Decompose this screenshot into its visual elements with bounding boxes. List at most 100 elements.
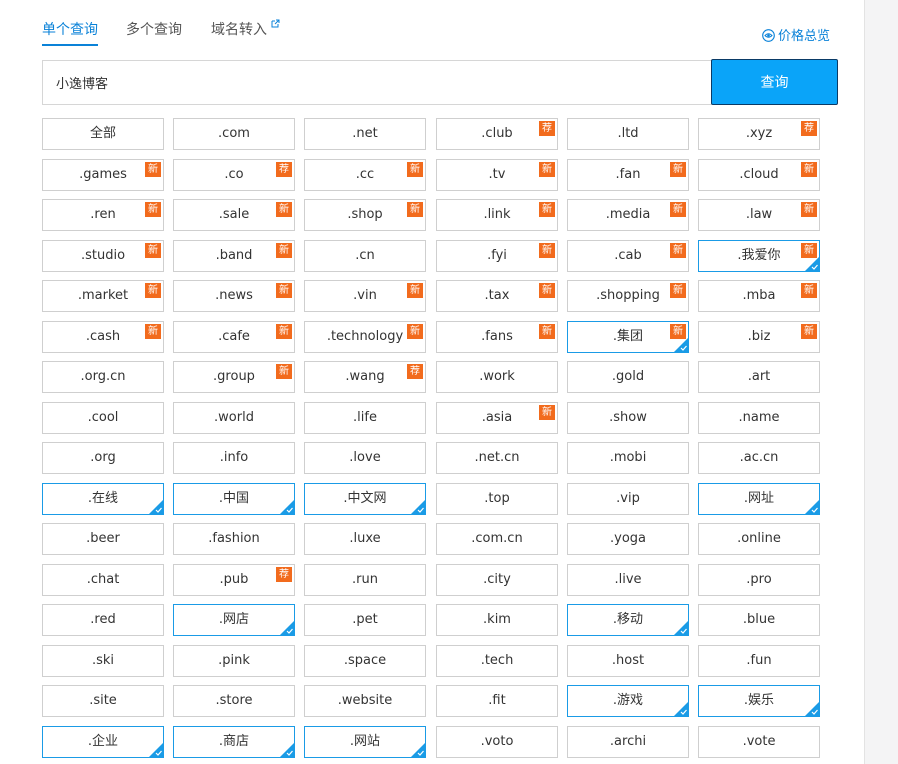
suffix-option[interactable]: .market 新: [42, 280, 164, 312]
suffix-option[interactable]: .name: [698, 402, 820, 434]
suffix-option[interactable]: .world: [173, 402, 295, 434]
suffix-option[interactable]: .net: [304, 118, 426, 150]
suffix-option[interactable]: .club 荐: [436, 118, 558, 150]
suffix-option[interactable]: .love: [304, 442, 426, 474]
suffix-option[interactable]: .fan 新: [567, 159, 689, 191]
suffix-option[interactable]: .cc 新: [304, 159, 426, 191]
suffix-option[interactable]: .website: [304, 685, 426, 717]
suffix-option[interactable]: .vote: [698, 726, 820, 758]
suffix-option[interactable]: .run: [304, 564, 426, 596]
suffix-option[interactable]: .ski: [42, 645, 164, 677]
suffix-option[interactable]: .企业: [42, 726, 164, 758]
suffix-option[interactable]: .tax 新: [436, 280, 558, 312]
suffix-option[interactable]: .cool: [42, 402, 164, 434]
suffix-option[interactable]: .news 新: [173, 280, 295, 312]
suffix-option[interactable]: .top: [436, 483, 558, 515]
suffix-option[interactable]: 全部: [42, 118, 164, 150]
suffix-option[interactable]: .vip: [567, 483, 689, 515]
suffix-option[interactable]: .在线: [42, 483, 164, 515]
suffix-option[interactable]: .ltd: [567, 118, 689, 150]
suffix-option[interactable]: .technology 新: [304, 321, 426, 353]
suffix-option[interactable]: .voto: [436, 726, 558, 758]
suffix-option[interactable]: .商店: [173, 726, 295, 758]
search-button[interactable]: 查询: [711, 59, 838, 105]
suffix-option[interactable]: .online: [698, 523, 820, 555]
suffix-option[interactable]: .pink: [173, 645, 295, 677]
suffix-option[interactable]: .biz 新: [698, 321, 820, 353]
suffix-option[interactable]: .cloud 新: [698, 159, 820, 191]
suffix-option[interactable]: .fans 新: [436, 321, 558, 353]
suffix-option[interactable]: .law 新: [698, 199, 820, 231]
suffix-option[interactable]: .pet: [304, 604, 426, 636]
suffix-option[interactable]: .fun: [698, 645, 820, 677]
suffix-option[interactable]: .tech: [436, 645, 558, 677]
suffix-option[interactable]: .中国: [173, 483, 295, 515]
suffix-option[interactable]: .wang 荐: [304, 361, 426, 393]
suffix-option[interactable]: .xyz 荐: [698, 118, 820, 150]
suffix-option[interactable]: .live: [567, 564, 689, 596]
suffix-option[interactable]: .blue: [698, 604, 820, 636]
suffix-option[interactable]: .life: [304, 402, 426, 434]
suffix-option[interactable]: .band 新: [173, 240, 295, 272]
suffix-option[interactable]: .我爱你 新: [698, 240, 820, 272]
tab-multi-query[interactable]: 多个查询: [126, 18, 182, 42]
suffix-option[interactable]: .中文网: [304, 483, 426, 515]
suffix-option[interactable]: .link 新: [436, 199, 558, 231]
suffix-option[interactable]: .work: [436, 361, 558, 393]
suffix-option[interactable]: .gold: [567, 361, 689, 393]
suffix-option[interactable]: .sale 新: [173, 199, 295, 231]
suffix-option[interactable]: .co 荐: [173, 159, 295, 191]
suffix-option[interactable]: .移动: [567, 604, 689, 636]
suffix-option[interactable]: .archi: [567, 726, 689, 758]
suffix-option[interactable]: .fashion: [173, 523, 295, 555]
suffix-option[interactable]: .org: [42, 442, 164, 474]
suffix-option[interactable]: .asia 新: [436, 402, 558, 434]
suffix-option[interactable]: .vin 新: [304, 280, 426, 312]
suffix-option[interactable]: .网店: [173, 604, 295, 636]
suffix-option[interactable]: .org.cn: [42, 361, 164, 393]
suffix-option[interactable]: .kim: [436, 604, 558, 636]
suffix-option[interactable]: .ac.cn: [698, 442, 820, 474]
suffix-option[interactable]: .fit: [436, 685, 558, 717]
tab-single-query[interactable]: 单个查询: [42, 18, 98, 46]
suffix-option[interactable]: .studio 新: [42, 240, 164, 272]
suffix-option[interactable]: .游戏: [567, 685, 689, 717]
suffix-option[interactable]: .mba 新: [698, 280, 820, 312]
suffix-option[interactable]: .art: [698, 361, 820, 393]
suffix-option[interactable]: .host: [567, 645, 689, 677]
suffix-option[interactable]: .space: [304, 645, 426, 677]
suffix-option[interactable]: .store: [173, 685, 295, 717]
suffix-option[interactable]: .集团 新: [567, 321, 689, 353]
suffix-option[interactable]: .net.cn: [436, 442, 558, 474]
suffix-option[interactable]: .tv 新: [436, 159, 558, 191]
tab-domain-transfer[interactable]: 域名转入: [211, 18, 280, 42]
suffix-option[interactable]: .com: [173, 118, 295, 150]
suffix-option[interactable]: .cab 新: [567, 240, 689, 272]
suffix-option[interactable]: .media 新: [567, 199, 689, 231]
suffix-option[interactable]: .fyi 新: [436, 240, 558, 272]
suffix-option[interactable]: .site: [42, 685, 164, 717]
price-overview-link[interactable]: 价格总览: [762, 28, 830, 46]
suffix-option[interactable]: .group 新: [173, 361, 295, 393]
suffix-option[interactable]: .com.cn: [436, 523, 558, 555]
suffix-option[interactable]: .网址: [698, 483, 820, 515]
suffix-option[interactable]: .娱乐: [698, 685, 820, 717]
suffix-option[interactable]: .mobi: [567, 442, 689, 474]
suffix-option[interactable]: .网站: [304, 726, 426, 758]
suffix-option[interactable]: .cafe 新: [173, 321, 295, 353]
suffix-option[interactable]: .city: [436, 564, 558, 596]
suffix-option[interactable]: .cash 新: [42, 321, 164, 353]
suffix-option[interactable]: .games 新: [42, 159, 164, 191]
suffix-option[interactable]: .cn: [304, 240, 426, 272]
suffix-option[interactable]: .shopping 新: [567, 280, 689, 312]
suffix-option[interactable]: .pub 荐: [173, 564, 295, 596]
suffix-option[interactable]: .info: [173, 442, 295, 474]
suffix-option[interactable]: .pro: [698, 564, 820, 596]
suffix-option[interactable]: .beer: [42, 523, 164, 555]
suffix-option[interactable]: .chat: [42, 564, 164, 596]
suffix-option[interactable]: .ren 新: [42, 199, 164, 231]
suffix-option[interactable]: .yoga: [567, 523, 689, 555]
suffix-option[interactable]: .shop 新: [304, 199, 426, 231]
domain-search-input[interactable]: [56, 61, 696, 104]
suffix-option[interactable]: .show: [567, 402, 689, 434]
